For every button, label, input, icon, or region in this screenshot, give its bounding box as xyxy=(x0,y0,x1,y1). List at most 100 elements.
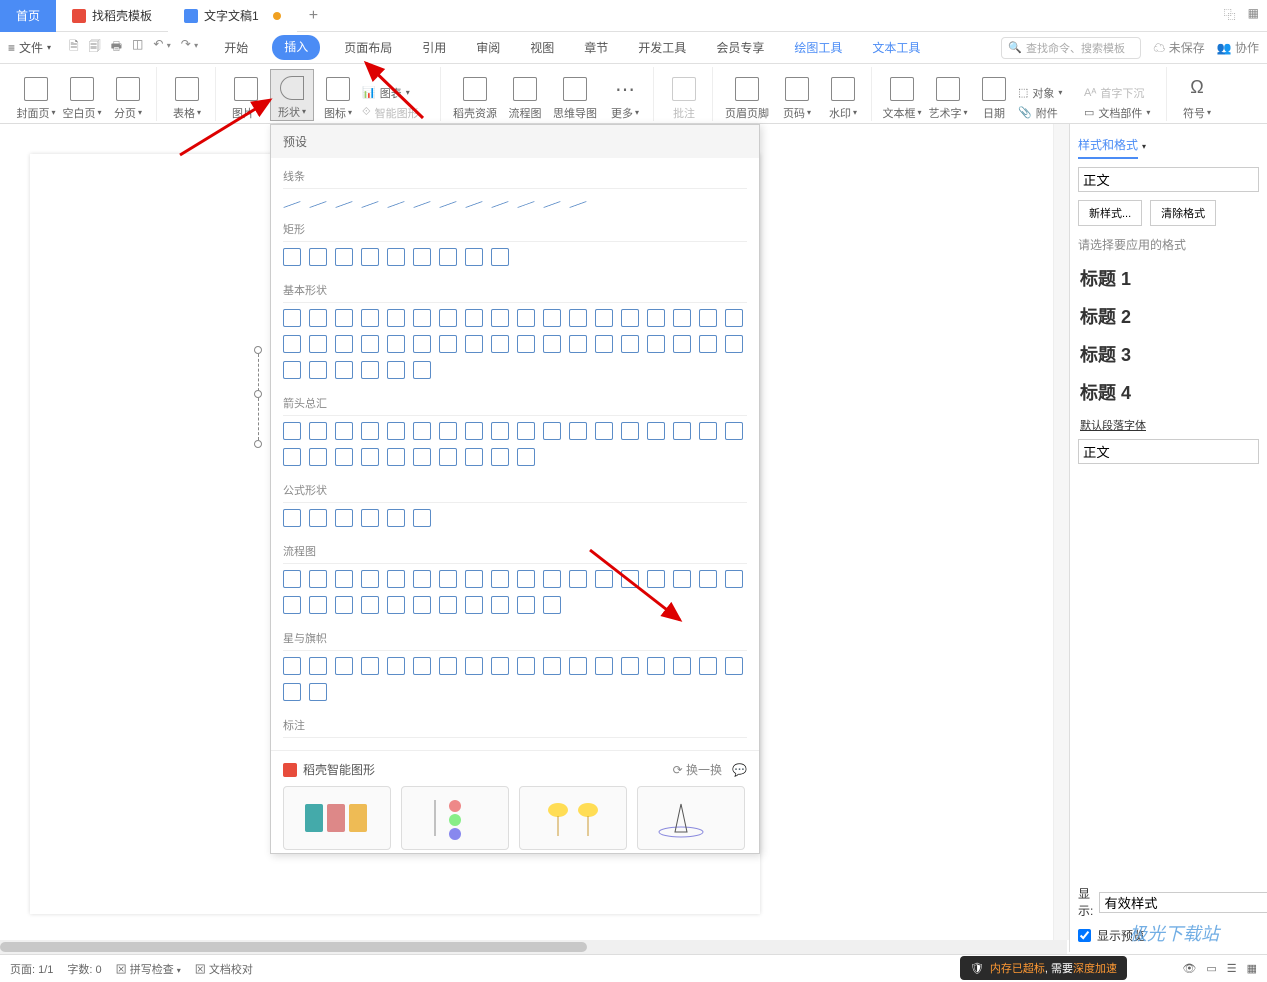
shape-option[interactable] xyxy=(439,448,457,466)
shape-option[interactable] xyxy=(517,335,535,353)
shape-option[interactable] xyxy=(387,448,405,466)
shape-option[interactable] xyxy=(361,509,379,527)
shape-option[interactable] xyxy=(569,309,587,327)
shape-option[interactable] xyxy=(283,309,301,327)
shape-option[interactable] xyxy=(725,570,743,588)
default-font-link[interactable]: 默认段落字体 xyxy=(1078,411,1259,439)
shape-option[interactable] xyxy=(595,309,613,327)
shape-option[interactable] xyxy=(387,309,405,327)
style-heading-3[interactable]: 标题 3 xyxy=(1078,335,1259,373)
shape-option[interactable] xyxy=(439,596,457,614)
shape-option[interactable] xyxy=(361,248,379,266)
shape-option[interactable] xyxy=(309,596,327,614)
shape-option[interactable] xyxy=(491,201,508,208)
shape-option[interactable] xyxy=(413,422,431,440)
coop-button[interactable]: 👥 协作 xyxy=(1217,39,1259,56)
shape-option[interactable] xyxy=(413,509,431,527)
shape-option[interactable] xyxy=(517,201,534,208)
attachment-button[interactable]: 📎附件 xyxy=(1018,105,1082,121)
smart-thumb-2[interactable] xyxy=(401,786,509,850)
dropcap-button[interactable]: Aᴬ首字下沉 xyxy=(1084,85,1160,101)
ribbon-tab-member[interactable]: 会员专享 xyxy=(710,35,770,60)
shape-option[interactable] xyxy=(491,657,509,675)
shape-option[interactable] xyxy=(387,657,405,675)
shape-option[interactable] xyxy=(569,422,587,440)
shape-option[interactable] xyxy=(413,248,431,266)
page-break-button[interactable]: 分页▾ xyxy=(106,69,150,121)
shape-option[interactable] xyxy=(621,422,639,440)
shape-option[interactable] xyxy=(335,335,353,353)
ribbon-tab-start[interactable]: 开始 xyxy=(218,35,254,60)
cover-page-button[interactable]: 封面页▾ xyxy=(14,69,58,121)
shape-option[interactable] xyxy=(543,335,561,353)
shape-option[interactable] xyxy=(283,596,301,614)
shape-option[interactable] xyxy=(491,596,509,614)
shape-option[interactable] xyxy=(699,570,717,588)
shape-option[interactable] xyxy=(725,335,743,353)
shape-option[interactable] xyxy=(335,596,353,614)
shape-option[interactable] xyxy=(335,361,353,379)
shape-option[interactable] xyxy=(413,309,431,327)
ribbon-tab-view[interactable]: 视图 xyxy=(524,35,560,60)
shape-option[interactable] xyxy=(673,657,691,675)
tab-templates[interactable]: 找稻壳模板 xyxy=(56,0,168,32)
shape-option[interactable] xyxy=(309,422,327,440)
status-page[interactable]: 页面: 1/1 xyxy=(10,961,53,977)
shape-option[interactable] xyxy=(491,335,509,353)
resize-handle-bottom[interactable] xyxy=(254,440,262,448)
shape-option[interactable] xyxy=(387,596,405,614)
icon-button[interactable]: 图标▾ xyxy=(316,69,360,121)
view-outline-icon[interactable]: ☰ xyxy=(1227,962,1237,975)
shape-option[interactable] xyxy=(543,596,561,614)
shape-option[interactable] xyxy=(439,248,457,266)
view-layout-icon[interactable]: ▭ xyxy=(1206,962,1216,975)
shape-option[interactable] xyxy=(387,422,405,440)
shape-option[interactable] xyxy=(543,309,561,327)
reading-mode-icon[interactable]: 👁 xyxy=(1182,962,1196,975)
show-select[interactable] xyxy=(1099,892,1267,913)
shape-option[interactable] xyxy=(413,570,431,588)
shape-option[interactable] xyxy=(335,201,352,208)
shape-option[interactable] xyxy=(387,201,404,208)
shape-option[interactable] xyxy=(491,448,509,466)
status-spell[interactable]: ⊠ 拼写检查 ▾ xyxy=(116,961,181,977)
shape-option[interactable] xyxy=(361,422,379,440)
resize-handle-mid[interactable] xyxy=(254,390,262,398)
shape-option[interactable] xyxy=(309,657,327,675)
selected-line-object[interactable] xyxy=(255,350,269,444)
tab-home[interactable]: 首页 xyxy=(0,0,56,32)
shape-option[interactable] xyxy=(283,509,301,527)
shape-option[interactable] xyxy=(439,309,457,327)
ribbon-tab-devtools[interactable]: 开发工具 xyxy=(632,35,692,60)
smart-thumb-1[interactable] xyxy=(283,786,391,850)
shape-option[interactable] xyxy=(283,448,301,466)
shape-option[interactable] xyxy=(335,422,353,440)
memory-notification[interactable]: 🛡 内存已超标, 需要深度加速 xyxy=(960,956,1127,980)
shape-option[interactable] xyxy=(309,201,326,208)
shape-option[interactable] xyxy=(517,422,535,440)
print-preview-icon[interactable]: 🗐 xyxy=(89,37,101,58)
wordart-button[interactable]: 艺术字▾ xyxy=(926,69,970,121)
shape-option[interactable] xyxy=(491,309,509,327)
shape-option[interactable] xyxy=(309,248,327,266)
save-icon[interactable]: 🗎 xyxy=(69,37,79,58)
shape-option[interactable] xyxy=(673,309,691,327)
watermark-button[interactable]: 水印▾ xyxy=(821,69,865,121)
shape-option[interactable] xyxy=(439,657,457,675)
shape-option[interactable] xyxy=(543,201,560,208)
layout-grid-icon[interactable]: ▦ xyxy=(1248,6,1259,23)
refresh-button[interactable]: ⟳ 换一换 xyxy=(673,761,722,778)
print-icon[interactable]: 🖶 xyxy=(111,37,122,58)
shape-option[interactable] xyxy=(413,201,430,208)
ribbon-tab-texttools[interactable]: 文本工具 xyxy=(866,35,926,60)
status-proof[interactable]: ⊠ 文档校对 xyxy=(195,961,253,977)
shape-option[interactable] xyxy=(283,657,301,675)
shape-option[interactable] xyxy=(309,335,327,353)
date-button[interactable]: 日期 xyxy=(972,69,1016,121)
shape-option[interactable] xyxy=(361,201,378,208)
shape-option[interactable] xyxy=(465,422,483,440)
tab-document[interactable]: 文字文稿1 xyxy=(168,0,297,32)
current-style-input[interactable] xyxy=(1078,167,1259,192)
smart-thumb-4[interactable] xyxy=(637,786,745,850)
shape-option[interactable] xyxy=(569,657,587,675)
